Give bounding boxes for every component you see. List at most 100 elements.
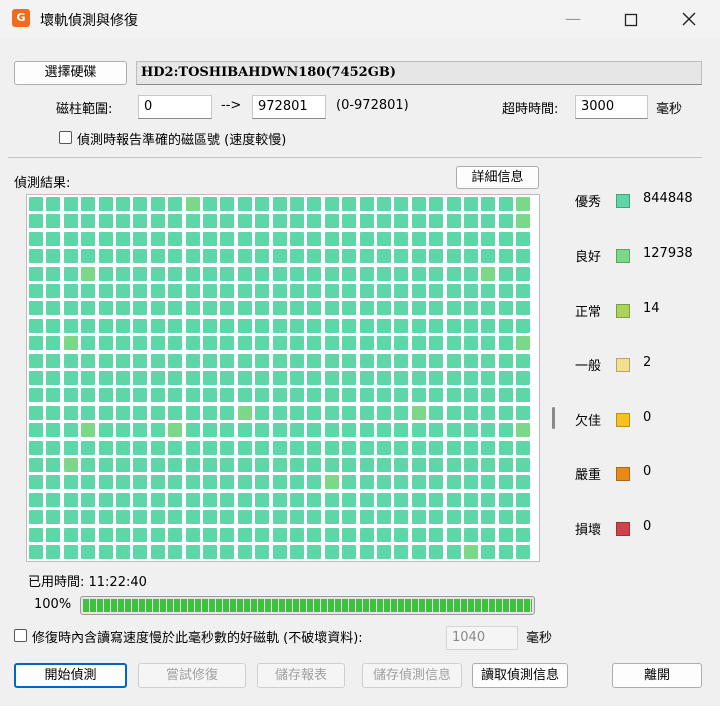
save-report-button[interactable]: 儲存報表	[257, 663, 345, 688]
range-end-input[interactable]: 972801	[252, 95, 326, 119]
block-cell	[499, 545, 513, 559]
block-cell	[133, 197, 147, 211]
block-cell	[203, 214, 217, 228]
legend-label: 優秀	[575, 195, 602, 210]
block-cell	[168, 510, 182, 524]
block-cell	[220, 388, 234, 402]
repair-slow-checkbox[interactable]	[14, 629, 27, 642]
block-cell	[46, 354, 60, 368]
block-cell	[290, 214, 304, 228]
start-scan-button[interactable]: 開始偵測	[14, 663, 127, 688]
select-disk-button[interactable]: 選擇硬碟	[14, 61, 127, 85]
block-cell	[255, 545, 269, 559]
block-cell	[360, 510, 374, 524]
close-icon[interactable]	[666, 6, 712, 32]
block-cell	[394, 197, 408, 211]
details-button[interactable]: 詳細信息	[456, 166, 539, 189]
block-cell	[116, 319, 130, 333]
block-cell	[516, 528, 530, 542]
block-cell	[516, 406, 530, 420]
block-cell	[447, 406, 461, 420]
block-cell	[290, 423, 304, 437]
block-cell	[325, 475, 339, 489]
block-cell	[273, 545, 287, 559]
block-cell	[133, 249, 147, 263]
block-cell	[99, 301, 113, 315]
block-cell	[151, 475, 165, 489]
block-cell	[429, 458, 443, 472]
block-cell	[377, 336, 391, 350]
block-cell	[394, 319, 408, 333]
block-cell	[464, 458, 478, 472]
block-cell	[273, 232, 287, 246]
block-cell	[220, 458, 234, 472]
range-start-input[interactable]: 0	[138, 95, 212, 119]
legend-count: 844848	[643, 191, 693, 206]
block-cell	[273, 493, 287, 507]
exit-button[interactable]: 離開	[612, 663, 702, 688]
block-cell	[220, 301, 234, 315]
legend-swatch	[616, 194, 630, 208]
block-cell	[238, 371, 252, 385]
block-cell	[516, 267, 530, 281]
block-cell	[46, 510, 60, 524]
block-cell	[464, 232, 478, 246]
block-cell	[99, 284, 113, 298]
block-cell	[81, 214, 95, 228]
block-cell	[186, 267, 200, 281]
repair-threshold-input[interactable]: 1040	[446, 626, 518, 650]
block-cell	[203, 423, 217, 437]
block-cell	[64, 249, 78, 263]
block-cell	[168, 493, 182, 507]
block-cell	[220, 423, 234, 437]
grid-scrollbar[interactable]	[552, 407, 555, 429]
block-cell	[220, 319, 234, 333]
block-cell	[516, 319, 530, 333]
block-cell	[342, 301, 356, 315]
save-scan-info-button[interactable]: 儲存偵測信息	[362, 663, 462, 688]
block-cell	[499, 249, 513, 263]
block-cell	[168, 371, 182, 385]
block-cell	[238, 301, 252, 315]
block-cell	[186, 388, 200, 402]
legend-label: 損壞	[575, 523, 602, 538]
block-cell	[516, 214, 530, 228]
block-cell	[429, 441, 443, 455]
block-cell	[116, 406, 130, 420]
block-cell	[186, 301, 200, 315]
block-cell	[116, 441, 130, 455]
block-cell	[81, 388, 95, 402]
block-cell	[151, 458, 165, 472]
block-cell	[516, 510, 530, 524]
block-cell	[133, 232, 147, 246]
block-cell	[151, 197, 165, 211]
block-cell	[412, 475, 426, 489]
block-cell	[481, 493, 495, 507]
block-cell	[255, 388, 269, 402]
maximize-icon[interactable]	[608, 6, 654, 32]
block-cell	[360, 301, 374, 315]
block-cell	[377, 475, 391, 489]
block-cell	[29, 267, 43, 281]
block-cell	[412, 371, 426, 385]
block-cell	[238, 336, 252, 350]
block-cell	[116, 336, 130, 350]
block-cell	[133, 510, 147, 524]
block-cell	[46, 214, 60, 228]
block-cell	[46, 232, 60, 246]
block-cell	[133, 336, 147, 350]
minimize-icon[interactable]: —	[550, 6, 596, 32]
repair-button[interactable]: 嘗試修復	[138, 663, 246, 688]
legend-swatch	[616, 304, 630, 318]
window-title: 壞軌偵測與修復	[40, 13, 138, 29]
block-cell	[64, 388, 78, 402]
repair-threshold-unit: 毫秒	[526, 631, 553, 646]
report-sector-checkbox[interactable]	[59, 131, 72, 144]
load-scan-info-button[interactable]: 讀取偵測信息	[472, 663, 568, 688]
block-cell	[412, 388, 426, 402]
block-cell	[133, 475, 147, 489]
block-cell	[133, 406, 147, 420]
timeout-input[interactable]: 3000	[575, 95, 648, 119]
block-cell	[116, 493, 130, 507]
block-cell	[325, 214, 339, 228]
